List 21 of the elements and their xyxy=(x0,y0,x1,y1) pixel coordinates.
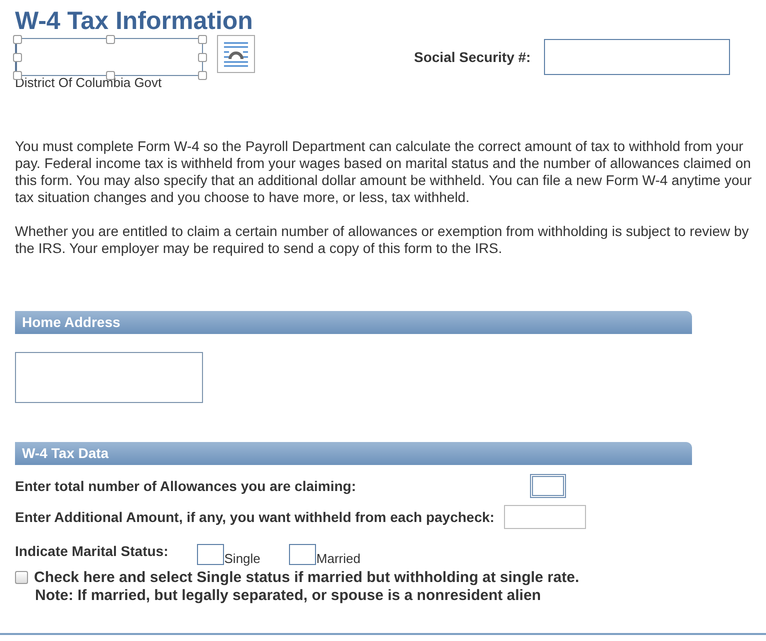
paragraph: You must complete Form W-4 so the Payroll Department can calculate the correct amount of tax to withhold from your pay. Federal income tax is withheld from your wages based on marital status and the number of allowances claimed on this form. You may also specify that an additional dollar amount be withheld. You can file a new Form W-4 anytime your tax situation changes and you choose to have more, or less, tax withheld. xyxy=(15,138,753,206)
field-label: Enter total number of Allowances you are claiming: xyxy=(15,478,356,494)
amount-field[interactable] xyxy=(504,505,586,529)
field-label: Enter Additional Amount, if any, you want withheld from each paycheck: xyxy=(15,509,494,525)
marital-option-box[interactable] xyxy=(289,544,316,564)
section-header: Home Address xyxy=(15,311,692,334)
note-text: Note: If married, but legally separated, or spouse is a nonresident alien xyxy=(34,587,542,604)
text-wrap-icon[interactable] xyxy=(217,35,255,73)
marital-option-box[interactable] xyxy=(197,544,224,564)
field-label: Social Security #: xyxy=(414,49,531,65)
option-label: Single xyxy=(224,550,260,566)
ssn-field[interactable] xyxy=(544,39,730,75)
checkbox[interactable] xyxy=(15,571,28,584)
field-label: Indicate Marital Status: xyxy=(15,543,168,559)
section-header: W-4 Tax Data xyxy=(15,442,692,465)
allowances-field[interactable] xyxy=(530,474,566,498)
option-label: Married xyxy=(316,550,360,566)
checkbox-label: Check here and select Single status if married but withholding at single rate. xyxy=(34,569,580,586)
page-title: W-4 Tax Information xyxy=(15,6,254,36)
address-field[interactable] xyxy=(15,352,203,403)
paragraph: Whether you are entitled to claim a certain number of allowances or exemption from withholding is subject to review by the IRS. Your employer may be required to send a copy of this form to the IRS. xyxy=(15,223,750,257)
